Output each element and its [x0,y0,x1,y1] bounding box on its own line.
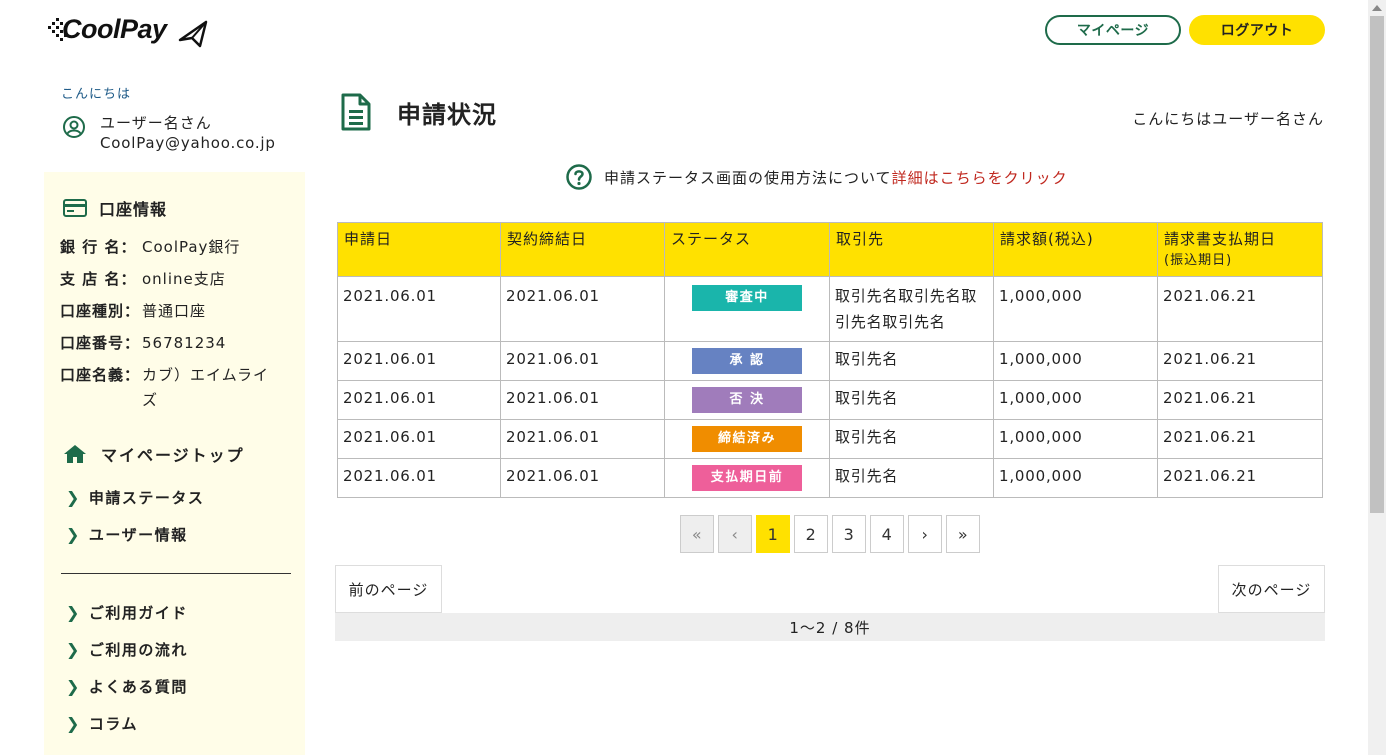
page-title: 申請状況 [397,101,497,129]
col-contract-date: 契約締結日 [500,222,665,277]
user-circle-icon [63,116,85,138]
status-table: 申請日 契約締結日 ステータス 取引先 請求額(税込) 請求書支払期日 (振込期日… [337,222,1323,498]
user-email: CoolPay@yahoo.co.jp [100,134,276,152]
page-4-button[interactable]: 4 [870,515,904,553]
page-2-button[interactable]: 2 [794,515,828,553]
sidebar-divider [61,573,291,574]
logout-button[interactable]: ログアウト [1189,15,1325,45]
account-info-title: 口座情報 [63,196,167,220]
coolpay-logo[interactable]: CoolPay [48,8,210,52]
status-badge: 否 決 [692,387,802,413]
nav-mypage-top[interactable]: マイページトップ [63,442,245,466]
next-page-button[interactable]: 次のページ [1218,565,1325,613]
table-row[interactable]: 2021.06.01 2021.06.01 審査中 取引先名取引先名取引先名取引… [337,276,1323,342]
scroll-up-arrow-icon[interactable] [1372,5,1382,11]
nav-faq[interactable]: ❯ よくある質問 [66,676,188,697]
greeting-label: こんにちは [61,87,132,102]
credit-card-icon [63,199,87,217]
vertical-scrollbar[interactable] [1368,0,1386,755]
col-due-date: 請求書支払期日 (振込期日) [1157,222,1323,277]
account-type-row: 口座種別： 普通口座 [60,302,207,320]
sidebar: 口座情報 銀 行 名： CoolPay銀行 支 店 名： online支店 口座種別… [44,172,305,755]
bank-name-row: 銀 行 名： CoolPay銀行 [60,238,241,256]
prev-page-button[interactable]: 前のページ [335,565,442,613]
nav-column[interactable]: ❯ コラム [66,713,138,734]
nav-user-info[interactable]: ❯ ユーザー情報 [66,524,188,545]
nav-usage-guide[interactable]: ❯ ご利用ガイド [66,602,188,623]
table-header-row: 申請日 契約締結日 ステータス 取引先 請求額(税込) 請求書支払期日 (振込期日… [337,222,1323,277]
col-amount: 請求額(税込) [993,222,1158,277]
account-number-row: 口座番号： 56781234 [60,334,227,352]
document-icon [341,93,371,131]
page-next-button[interactable]: › [908,515,942,553]
chevron-right-icon: ❯ [66,677,81,696]
col-partner: 取引先 [829,222,994,277]
status-badge: 審査中 [692,285,802,311]
table-row[interactable]: 2021.06.01 2021.06.01 支払期日前 取引先名 1,000,0… [337,458,1323,498]
question-circle-icon [566,164,592,190]
status-badge: 支払期日前 [692,465,802,491]
hello-user: こんにちはユーザー名さん [1132,110,1324,128]
result-count: 1〜2 / 8件 [335,613,1325,641]
page-1-button[interactable]: 1 [756,515,790,553]
page-first-button[interactable]: « [680,515,714,553]
page-3-button[interactable]: 3 [832,515,866,553]
nav-usage-flow[interactable]: ❯ ご利用の流れ [66,639,188,660]
page-last-button[interactable]: » [946,515,980,553]
branch-name-row: 支 店 名： online支店 [60,270,226,288]
user-name: ユーザー名さん [100,114,212,132]
nav-application-status[interactable]: ❯ 申請ステータス [66,487,204,508]
chevron-right-icon: ❯ [66,714,81,733]
chevron-right-icon: ❯ [66,488,81,507]
status-badge: 承 認 [692,348,802,374]
account-holder-row: 口座名義： カブ）エイムライ [60,366,269,384]
account-holder-cont: ズ [142,391,159,409]
chevron-right-icon: ❯ [66,603,81,622]
pagination: « ‹ 1 2 3 4 › » [680,515,984,553]
header: CoolPay マイページ ログアウト [0,0,1368,62]
chevron-right-icon: ❯ [66,640,81,659]
logo-text: CoolPay [62,14,167,44]
help-line: 申請ステータス画面の使用方法について 詳細はこちらをクリック [566,164,1068,190]
mypage-button[interactable]: マイページ [1045,15,1181,45]
col-status: ステータス [664,222,830,277]
chevron-right-icon: ❯ [66,525,81,544]
scroll-thumb[interactable] [1370,16,1384,513]
page-prev-button[interactable]: ‹ [718,515,752,553]
col-apply-date: 申請日 [337,222,501,277]
table-row[interactable]: 2021.06.01 2021.06.01 承 認 取引先名 1,000,000… [337,341,1323,381]
help-detail-link[interactable]: 詳細はこちらをクリック [892,167,1068,188]
status-badge: 締結済み [692,426,802,452]
table-row[interactable]: 2021.06.01 2021.06.01 否 決 取引先名 1,000,000… [337,380,1323,420]
bottom-navigation: 前のページ 次のページ 1〜2 / 8件 [335,565,1325,641]
help-text: 申請ステータス画面の使用方法について [604,168,892,187]
home-icon [64,445,86,463]
table-row[interactable]: 2021.06.01 2021.06.01 締結済み 取引先名 1,000,00… [337,419,1323,459]
logo-plane-icon [178,20,208,48]
